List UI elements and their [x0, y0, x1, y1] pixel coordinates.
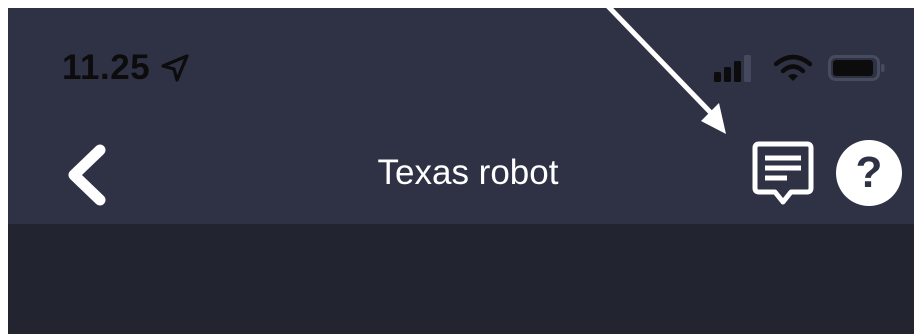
status-time-text: 11.25 — [62, 48, 151, 87]
status-bar-time: 11.25 — [62, 48, 190, 88]
battery-icon — [828, 55, 885, 81]
wifi-icon — [774, 54, 812, 81]
message-icon — [752, 141, 814, 205]
app-screen: 11.25 Texas robot ? — [8, 8, 914, 334]
help-button[interactable]: ? — [836, 140, 902, 206]
status-bar-indicators — [714, 54, 886, 82]
feedback-button[interactable] — [751, 138, 815, 208]
content-area — [8, 224, 914, 334]
cellular-signal-icon — [714, 55, 751, 82]
header: 11.25 Texas robot ? — [8, 8, 914, 224]
location-arrow-icon — [161, 54, 189, 82]
